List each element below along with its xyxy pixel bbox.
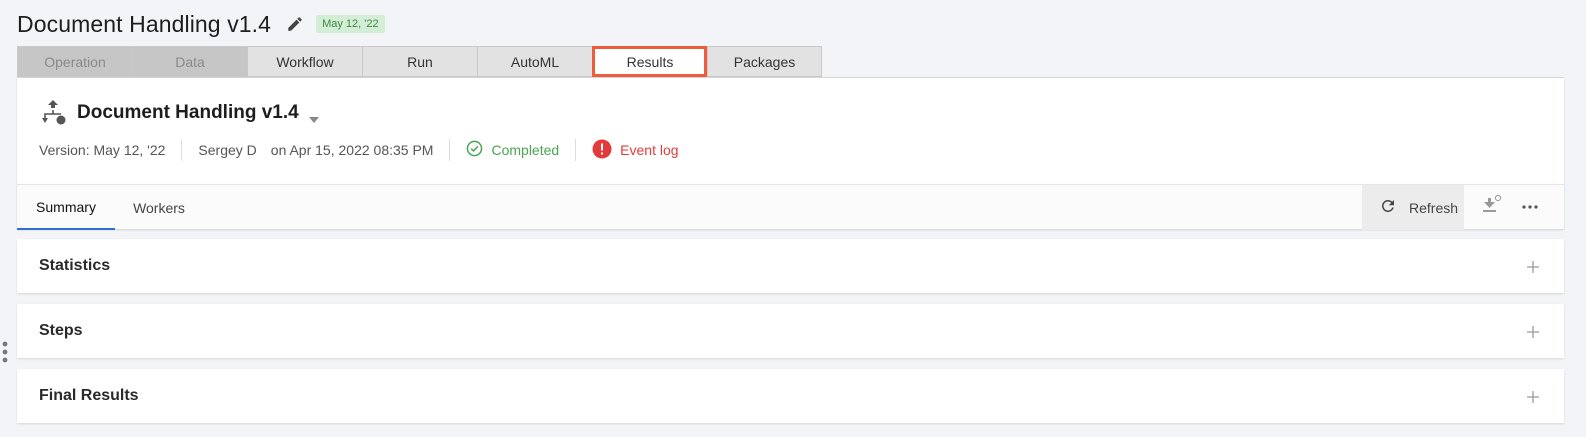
page-header: Document Handling v1.4 May 12, '22: [17, 9, 385, 39]
run-date: on Apr 15, 2022 08:35 PM: [270, 142, 434, 158]
check-circle-icon: [466, 140, 483, 160]
plus-icon[interactable]: [1527, 260, 1539, 273]
status-badge: Completed: [466, 140, 559, 160]
main-tabs: Operation Data Workflow Run AutoML Resul…: [17, 46, 822, 77]
tab-run[interactable]: Run: [362, 46, 477, 77]
divider: [449, 139, 451, 161]
download-icon[interactable]: [1475, 191, 1505, 223]
version-badge: May 12, '22: [316, 15, 385, 33]
tab-workers[interactable]: Workers: [121, 185, 197, 230]
tab-workflow[interactable]: Workflow: [247, 46, 362, 77]
tab-results[interactable]: Results: [592, 46, 707, 77]
pipeline-title-row: Document Handling v1.4: [40, 99, 319, 127]
tab-operation[interactable]: Operation: [17, 46, 132, 77]
plus-icon[interactable]: [1527, 390, 1539, 403]
pencil-icon[interactable]: [285, 14, 305, 34]
divider: [575, 139, 577, 161]
section-steps[interactable]: Steps: [17, 304, 1564, 358]
page-title: Document Handling v1.4: [17, 10, 272, 37]
drag-handle-icon[interactable]: [2, 340, 8, 364]
section-statistics[interactable]: Statistics: [17, 239, 1564, 293]
tab-data[interactable]: Data: [132, 46, 247, 77]
section-title: Steps: [39, 322, 83, 339]
pipeline-title: Document Handling v1.4: [77, 102, 299, 123]
plus-icon[interactable]: [1527, 325, 1539, 338]
pipeline-icon: [40, 99, 68, 127]
refresh-button[interactable]: Refresh: [1362, 185, 1464, 230]
refresh-icon: [1379, 197, 1397, 218]
tab-summary[interactable]: Summary: [17, 185, 115, 230]
section-title: Final Results: [39, 387, 139, 404]
event-log-label: Event log: [620, 142, 679, 158]
section-final-results[interactable]: Final Results: [17, 369, 1564, 423]
caret-down-icon[interactable]: [308, 110, 319, 123]
section-title: Statistics: [39, 257, 111, 274]
tab-automl[interactable]: AutoML: [477, 46, 592, 77]
error-icon: [592, 139, 612, 162]
author-name: Sergey D: [198, 142, 257, 158]
status-text: Completed: [491, 142, 560, 158]
event-log-link[interactable]: Event log: [592, 139, 679, 162]
divider: [181, 139, 183, 161]
pipeline-info-card: Document Handling v1.4 Version: May 12, …: [17, 77, 1564, 184]
pipeline-meta: Version: May 12, '22 Sergey D on Apr 15,…: [39, 139, 679, 161]
tab-packages[interactable]: Packages: [707, 46, 822, 77]
sub-tabs-bar: Summary Workers Refresh: [17, 184, 1564, 230]
more-icon[interactable]: [1517, 191, 1543, 223]
refresh-label: Refresh: [1409, 199, 1459, 216]
version-label: Version: May 12, '22: [39, 142, 166, 158]
